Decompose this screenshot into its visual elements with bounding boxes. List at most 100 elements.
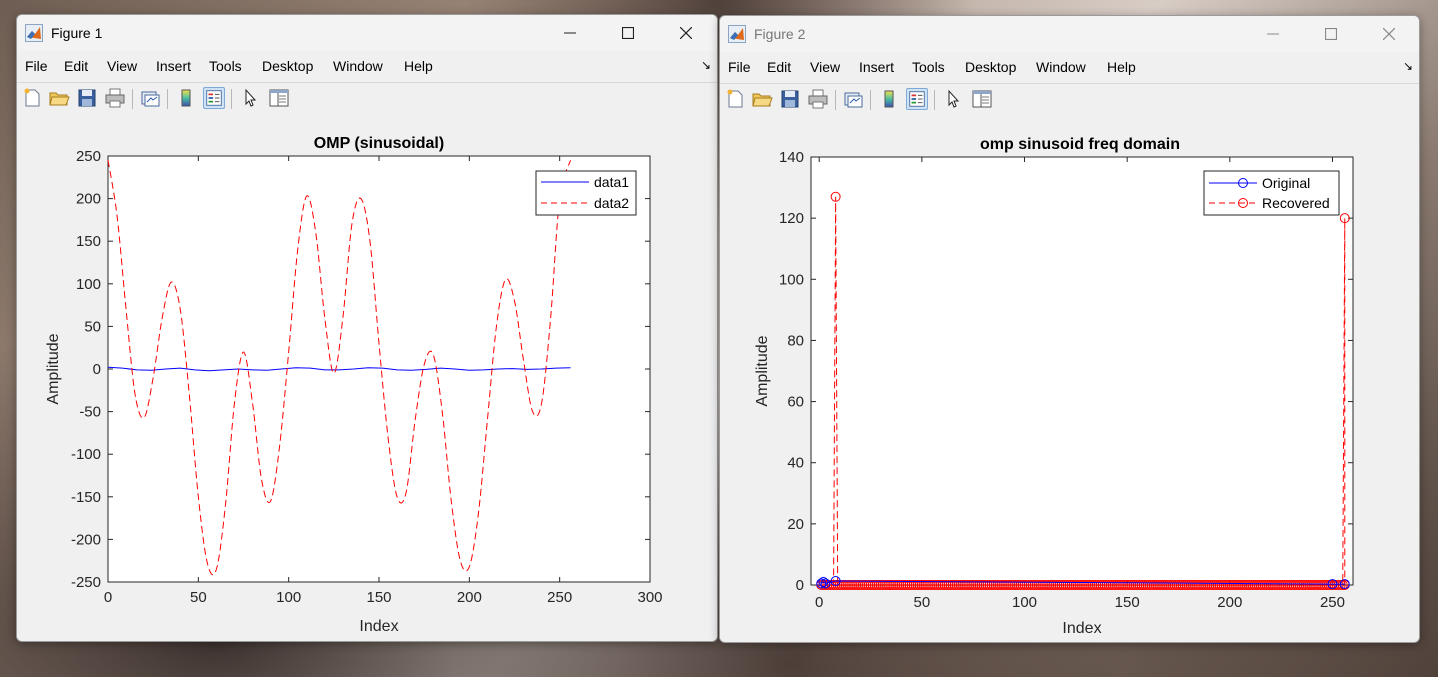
maximize-button[interactable] [1302,16,1360,52]
open-file-icon[interactable] [751,88,773,110]
figure-canvas[interactable]: 0 50 100 150 200 250 140 120 100 80 60 40 20 0 omp si… [720,116,1419,642]
x-tick-label: 300 [637,589,662,606]
menu-view[interactable]: View [107,58,137,74]
chart-title: omp sinusoid freq domain [980,136,1180,153]
close-button[interactable] [657,15,715,51]
edit-plot-pointer-icon[interactable] [240,87,262,109]
menu-tools[interactable]: Tools [912,59,945,75]
y-tick-label: -100 [71,446,101,463]
y-tick-label: 100 [76,276,101,293]
x-axis-label: Index [1062,620,1101,637]
menu-edit[interactable]: Edit [767,59,791,75]
x-tick-label: 150 [366,589,391,606]
omp-freq-domain-chart[interactable]: 0 50 100 150 200 250140120100806040200 omp si… [720,116,1419,642]
print-icon[interactable] [104,87,126,109]
omp-time-domain-chart[interactable]: 0 50 100 150 200 250 300 250 200 150 100 50 0 -50 -100… [17,115,717,641]
y-tick-label: 60 [787,394,804,411]
property-inspector-icon[interactable] [971,88,993,110]
matlab-icon [728,25,746,43]
toolbar [17,82,717,116]
x-tick-label: 0 [815,594,823,611]
y-tick-label: 0 [93,361,101,378]
menu-file[interactable]: File [25,58,48,74]
x-tick-label: 250 [547,589,572,606]
close-button[interactable] [1360,16,1418,52]
minimize-button[interactable] [541,15,599,51]
minimize-icon [564,32,576,34]
y-tick-label: 140 [779,149,804,166]
minimize-button[interactable] [1244,16,1302,52]
menu-tools[interactable]: Tools [209,58,242,74]
y-tick-label: 50 [84,318,101,335]
figure-2-window[interactable]: Figure 2 File Edit View Insert Tools Des… [719,15,1420,643]
property-inspector-icon[interactable] [268,87,290,109]
x-tick-label: 0 [104,589,112,606]
toolbar-separator [835,90,836,110]
link-plot-icon[interactable] [139,87,161,109]
save-icon[interactable] [76,87,98,109]
y-tick-label: 100 [779,271,804,288]
menu-window[interactable]: Window [333,58,383,74]
menu-insert[interactable]: Insert [859,59,894,75]
x-tick-label: 50 [914,594,931,611]
figure-canvas[interactable]: 0 50 100 150 200 250 300 250 200 150 100 50 0 -50 -100… [17,115,717,641]
menu-insert[interactable]: Insert [156,58,191,74]
dock-arrow-icon[interactable]: ↘ [1403,59,1413,73]
dock-arrow-icon[interactable]: ↘ [701,58,711,72]
print-icon[interactable] [807,88,829,110]
save-icon[interactable] [779,88,801,110]
y-tick-label: 200 [76,191,101,208]
window-title: Figure 1 [51,25,103,41]
y-axis-label: Amplitude [754,335,771,406]
y-tick-label: 80 [787,332,804,349]
legend-label-original: Original [1262,175,1310,191]
maximize-icon [1325,28,1337,40]
y-tick-label: 120 [779,210,804,227]
legend-label-data1: data1 [594,174,629,190]
menu-window[interactable]: Window [1036,59,1086,75]
y-tick-label: 150 [76,233,101,250]
figure-1-window[interactable]: Figure 1 File Edit View Insert Tools Des… [16,14,718,642]
window-title: Figure 2 [754,26,806,42]
toolbar-separator [870,90,871,110]
legend[interactable]: Original Recovered [1203,170,1340,216]
colorbar-icon[interactable] [175,87,197,109]
chart-title: OMP (sinusoidal) [314,135,444,152]
titlebar[interactable]: Figure 1 [17,15,717,51]
legend-label-recovered: Recovered [1262,195,1330,211]
minimize-icon [1267,33,1279,35]
menubar: File Edit View Insert Tools Desktop Wind… [720,54,1419,80]
edit-plot-pointer-icon[interactable] [943,88,965,110]
close-icon [1383,28,1395,40]
y-tick-label: -250 [71,574,101,591]
menubar: File Edit View Insert Tools Desktop Wind… [17,53,717,79]
colorbar-icon[interactable] [878,88,900,110]
toolbar-separator [934,90,935,110]
menu-desktop[interactable]: Desktop [262,58,313,74]
toolbar [720,83,1419,117]
legend-icon[interactable] [906,88,928,110]
legend-icon[interactable] [203,87,225,109]
menu-file[interactable]: File [728,59,751,75]
toolbar-separator [167,89,168,109]
maximize-button[interactable] [599,15,657,51]
menu-help[interactable]: Help [404,58,433,74]
open-file-icon[interactable] [48,87,70,109]
menu-desktop[interactable]: Desktop [965,59,1016,75]
x-tick-label: 100 [1012,594,1037,611]
x-tick-label: 200 [457,589,482,606]
menu-edit[interactable]: Edit [64,58,88,74]
y-axis-label: Amplitude [45,333,62,404]
link-plot-icon[interactable] [842,88,864,110]
y-tick-label: -200 [71,531,101,548]
menu-help[interactable]: Help [1107,59,1136,75]
x-tick-label: 150 [1115,594,1140,611]
titlebar[interactable]: Figure 2 [720,16,1419,52]
new-figure-icon[interactable] [21,87,43,109]
y-tick-label: 40 [787,455,804,472]
y-tick-label: 250 [76,148,101,165]
new-figure-icon[interactable] [724,88,746,110]
menu-view[interactable]: View [810,59,840,75]
legend[interactable]: data1 data2 [535,170,637,216]
x-tick-label: 200 [1217,594,1242,611]
